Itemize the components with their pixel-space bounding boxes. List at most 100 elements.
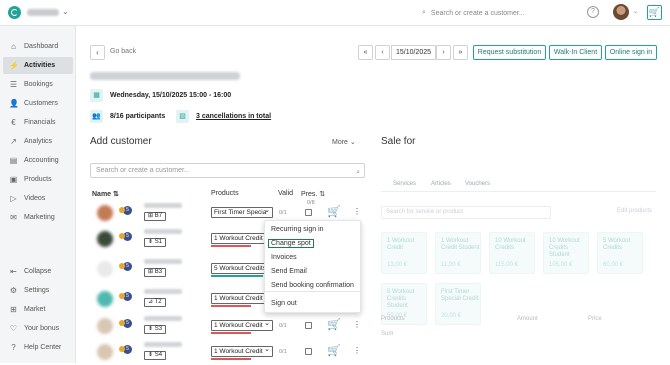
chevron-down-icon[interactable]: ⌄: [62, 7, 69, 16]
column-presence[interactable]: Pres. ⇅: [301, 190, 325, 198]
sidebar-item-collapse[interactable]: ⇤Collapse: [3, 263, 73, 280]
product-card-price: 105,00 €: [549, 262, 572, 268]
product-select[interactable]: 1 Workout Credit: [211, 346, 273, 357]
product-card-price: 115,00 €: [495, 262, 518, 268]
customer-name[interactable]: [144, 316, 182, 321]
sidebar-item-customers[interactable]: 👤Customers: [3, 95, 73, 112]
sidebar-item-market[interactable]: ⊞Market: [3, 301, 73, 318]
column-products: Products: [211, 190, 239, 197]
membership-badge: 5: [123, 232, 132, 241]
sidebar-item-label: Analytics: [24, 138, 52, 145]
cancellations-link[interactable]: 3 cancellations in total: [196, 113, 271, 120]
customer-name[interactable]: [144, 259, 182, 264]
sidebar-item-bookings[interactable]: ☰Bookings: [3, 76, 73, 93]
tab-services[interactable]: Services: [393, 181, 416, 187]
sidebar-item-dashboard[interactable]: ⌂Dashboard: [3, 38, 73, 55]
menu-send-booking-confirmation[interactable]: Send booking confirmation: [271, 282, 354, 289]
back-button[interactable]: ‹: [90, 45, 105, 60]
request-substitution-button[interactable]: Request substitution: [473, 45, 546, 60]
product-select[interactable]: First Timer Specia: [211, 207, 273, 218]
cart-button[interactable]: 🛒: [647, 5, 662, 20]
product-card[interactable]: 1 Workout Credit13,00 €: [381, 232, 427, 274]
credit-bar: [211, 332, 251, 334]
online-sign-in-button[interactable]: Online sign in: [605, 45, 657, 60]
organization-name[interactable]: [27, 9, 59, 16]
menu-send-email[interactable]: Send Email: [271, 268, 307, 275]
customer-name[interactable]: [144, 289, 182, 294]
product-select[interactable]: 1 Workout Credit: [211, 320, 273, 331]
class-title: [90, 72, 240, 80]
sidebar: ⌂Dashboard ⚡Activities ☰Bookings 👤Customers…: [0, 26, 76, 363]
customer-search-input[interactable]: Search or create a customer... ⌕: [90, 163, 365, 178]
walk-in-client-button[interactable]: Walk-In Client: [549, 45, 602, 60]
cart-icon[interactable]: 🛒: [327, 344, 341, 357]
customer-name[interactable]: [144, 203, 182, 208]
bookings-icon: ☰: [9, 80, 18, 89]
help-icon[interactable]: ?: [587, 6, 599, 18]
tab-vouchers[interactable]: Vouchers: [465, 181, 490, 187]
summary-price: Price: [588, 316, 602, 322]
sidebar-item-your-bonus[interactable]: ♡Your bonus: [3, 320, 73, 337]
sidebar-item-products[interactable]: ▣Products: [3, 171, 73, 188]
sidebar-item-marketing[interactable]: ✉Marketing: [3, 209, 73, 226]
sidebar-item-help-center[interactable]: ?Help Center: [3, 339, 73, 356]
date-field[interactable]: 15/10/2025: [391, 45, 436, 60]
chevron-down-icon[interactable]: ⌄: [633, 8, 638, 15]
spot-tag[interactable]: ⊿ T2: [144, 298, 166, 307]
cart-icon[interactable]: 🛒: [327, 318, 341, 331]
membership-badge: 5: [123, 262, 132, 271]
more-options-icon[interactable]: ⋮: [353, 207, 361, 216]
sidebar-item-settings[interactable]: ⚙Settings: [3, 282, 73, 299]
prev-date-button[interactable]: ‹: [375, 45, 390, 60]
sidebar-item-financials[interactable]: €Financials: [3, 114, 73, 131]
product-card[interactable]: 1 Workout Credit Student11,00 €: [435, 232, 481, 274]
menu-sign-out[interactable]: Sign out: [271, 300, 297, 307]
sidebar-item-analytics[interactable]: ↗Analytics: [3, 133, 73, 150]
table-row[interactable]: 5⇟ S41 Workout Credit0/1🛒⋮: [90, 339, 365, 365]
presence-checkbox[interactable]: [305, 209, 312, 216]
product-search-input[interactable]: Search for service or product: [381, 206, 551, 219]
customer-name[interactable]: [144, 342, 182, 347]
sidebar-item-activities[interactable]: ⚡Activities: [3, 57, 73, 74]
spot-tag[interactable]: ⇟ S4: [144, 351, 166, 360]
more-options-icon[interactable]: ⋮: [353, 320, 361, 329]
menu-change-spot[interactable]: Change spot: [268, 239, 314, 248]
sidebar-item-videos[interactable]: ▷Videos: [3, 190, 73, 207]
cart-icon[interactable]: 🛒: [327, 205, 341, 218]
collapse-icon: ⇤: [9, 267, 18, 276]
app-logo[interactable]: [8, 6, 21, 19]
product-card[interactable]: 10 Workout Credits115,00 €: [489, 232, 535, 274]
table-row[interactable]: 5⇟ S31 Workout Credit0/1🛒⋮: [90, 313, 365, 339]
spot-tag[interactable]: ⊞ B7: [144, 212, 166, 221]
more-options-icon[interactable]: ⋮: [353, 346, 361, 355]
user-avatar[interactable]: [613, 4, 629, 20]
your-bonus-icon: ♡: [9, 324, 18, 333]
back-label[interactable]: Go back: [110, 48, 136, 55]
edit-products-link[interactable]: Edit products: [617, 208, 652, 214]
product-card-price: 13,00 €: [387, 262, 407, 268]
more-dropdown[interactable]: More ⌄: [332, 138, 356, 146]
cart-icon: 🛒: [649, 7, 660, 17]
first-date-button[interactable]: «: [358, 45, 373, 60]
product-card[interactable]: 10 Workout Credits Student105,00 €: [543, 232, 589, 274]
customer-name[interactable]: [144, 229, 182, 234]
credit-bar: [211, 358, 251, 360]
global-search[interactable]: ⌕ Search or create a customer...: [422, 6, 572, 20]
column-name[interactable]: Name ⇅: [92, 190, 119, 198]
customer-avatar: [97, 318, 113, 334]
spot-tag[interactable]: ⊞ B3: [144, 268, 166, 277]
last-date-button[interactable]: »: [453, 45, 468, 60]
global-search-input[interactable]: Search or create a customer...: [431, 10, 525, 17]
product-card[interactable]: First Timer Special Credit20,00 €: [435, 283, 481, 325]
next-date-button[interactable]: ›: [436, 45, 451, 60]
product-card[interactable]: 5 Workout Credits60,00 €: [597, 232, 643, 274]
menu-invoices[interactable]: Invoices: [271, 254, 297, 261]
menu-recurring-sign-in[interactable]: Recurring sign in: [271, 226, 324, 233]
spot-tag[interactable]: ⇟ S1: [144, 238, 166, 247]
spot-tag[interactable]: ⇟ S3: [144, 325, 166, 334]
presence-checkbox[interactable]: [305, 322, 312, 329]
sidebar-item-accounting[interactable]: ▤Accounting: [3, 152, 73, 169]
sidebar-item-label: Settings: [24, 287, 49, 294]
tab-articles[interactable]: Articles: [431, 181, 451, 187]
presence-checkbox[interactable]: [305, 348, 312, 355]
